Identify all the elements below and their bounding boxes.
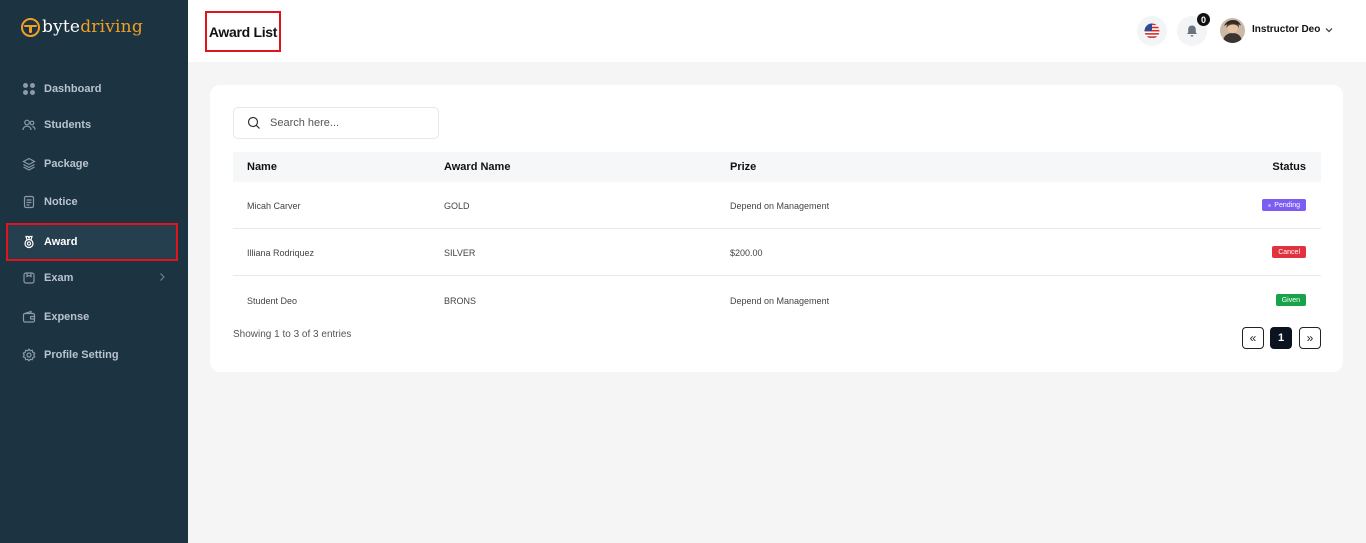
status-badge: Given [1275, 294, 1306, 306]
cell-award-name: SILVER [444, 248, 476, 258]
sidebar: bytedriving Dashboard Students Package N… [0, 0, 188, 543]
status-badge: Cancel [1272, 246, 1306, 258]
top-header: Award List 0 Instructor Deo [188, 0, 1366, 62]
app-logo[interactable]: bytedriving [21, 17, 143, 37]
table-header: Name Award Name Prize Status [233, 152, 1321, 182]
award-list-card: Name Award Name Prize Status Micah Carve… [210, 85, 1343, 372]
cell-name: Student Deo [247, 296, 298, 306]
sidebar-item-label: Exam [44, 272, 74, 284]
sidebar-item-label: Profile Setting [44, 349, 119, 361]
user-avatar-image [1220, 18, 1245, 43]
sidebar-item-exam[interactable]: Exam [8, 260, 178, 296]
document-icon [22, 195, 36, 209]
column-header-status[interactable]: Status [1272, 161, 1306, 173]
cell-name: Micah Carver [247, 201, 301, 211]
column-header-name[interactable]: Name [247, 161, 277, 173]
cell-prize: Depend on Management [730, 201, 830, 211]
previous-page-button[interactable]: « [1242, 327, 1264, 349]
table-row: Student Deo BRONS Depend on Management G… [233, 277, 1321, 324]
users-icon [22, 118, 36, 132]
column-header-prize[interactable]: Prize [730, 161, 756, 173]
cell-name: Illiana Rodriquez [247, 248, 315, 258]
chevron-right-icon [160, 273, 165, 281]
entries-info: Showing 1 to 3 of 3 entries [233, 329, 352, 340]
sidebar-item-label: Expense [44, 311, 90, 323]
sidebar-item-package[interactable]: Package [8, 146, 178, 182]
sidebar-item-label: Package [44, 158, 89, 170]
sidebar-item-students[interactable]: Students [8, 107, 178, 143]
wallet-icon [22, 310, 36, 324]
next-page-button[interactable]: » [1299, 327, 1321, 349]
status-badge: Pending [1262, 199, 1306, 211]
search-input[interactable] [270, 117, 430, 129]
sidebar-item-label: Students [44, 119, 92, 131]
cell-award-name: BRONS [444, 296, 477, 306]
bell-icon [1187, 25, 1197, 37]
cell-award-name: GOLD [444, 201, 470, 211]
table-row: Illiana Rodriquez SILVER $200.00 Cancel [233, 229, 1321, 276]
language-selector[interactable] [1137, 16, 1167, 46]
exam-icon [22, 271, 36, 285]
search-box[interactable] [233, 107, 439, 139]
sidebar-item-award[interactable]: Award [6, 223, 178, 261]
notification-count-badge: 0 [1197, 13, 1210, 26]
chevron-down-icon[interactable] [1324, 25, 1334, 35]
cell-prize: Depend on Management [730, 296, 830, 306]
award-icon [22, 235, 36, 249]
gear-icon [22, 348, 36, 362]
column-header-award-name[interactable]: Award Name [444, 161, 510, 173]
sidebar-item-label: Dashboard [44, 83, 102, 95]
sidebar-item-label: Notice [44, 196, 78, 208]
page-title: Award List [205, 11, 281, 52]
sidebar-item-notice[interactable]: Notice [8, 184, 178, 220]
us-flag-icon [1144, 23, 1160, 39]
steering-wheel-icon [21, 17, 40, 37]
sidebar-item-label: Award [44, 236, 78, 248]
logo-text: bytedriving [42, 17, 143, 37]
sidebar-item-profile-setting[interactable]: Profile Setting [8, 337, 178, 373]
grid-icon [22, 82, 36, 96]
sidebar-item-dashboard[interactable]: Dashboard [8, 71, 178, 107]
cell-prize: $200.00 [730, 248, 763, 258]
user-name[interactable]: Instructor Deo [1252, 24, 1320, 35]
sidebar-item-expense[interactable]: Expense [8, 299, 178, 335]
table-row: Micah Carver GOLD Depend on Management P… [233, 182, 1321, 229]
avatar[interactable] [1220, 18, 1245, 43]
layers-icon [22, 157, 36, 171]
page-1-button[interactable]: 1 [1270, 327, 1292, 349]
search-icon [247, 116, 260, 129]
